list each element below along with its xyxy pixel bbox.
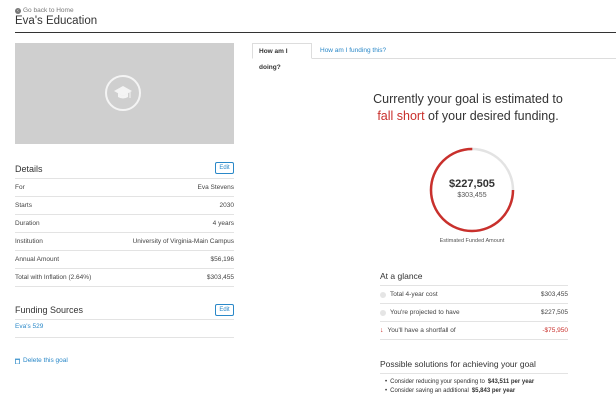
glance-row-shortfall: ↓ You'll have a shortfall of -$75,950 bbox=[380, 322, 568, 339]
back-arrow-icon: ‹ bbox=[15, 7, 21, 14]
tab-bar: How am I doing? How am I funding this? bbox=[252, 43, 616, 71]
edit-funding-button[interactable]: Edit bbox=[215, 304, 234, 316]
title-divider bbox=[15, 32, 616, 33]
glance-value: $227,505 bbox=[540, 309, 568, 316]
tab-how-am-i-doing[interactable]: How am I doing? bbox=[252, 43, 312, 71]
tab-how-am-i-funding[interactable]: How am I funding this? bbox=[314, 43, 392, 59]
trash-icon bbox=[15, 358, 20, 364]
detail-row: Institution University of Virginia-Main C… bbox=[15, 232, 234, 250]
detail-label: For bbox=[15, 184, 25, 191]
solutions-title: Possible solutions for achieving your go… bbox=[380, 359, 536, 369]
detail-value: $56,196 bbox=[210, 256, 235, 263]
solution-emphasis: $5,843 per year bbox=[471, 388, 516, 394]
detail-row: Annual Amount $56,196 bbox=[15, 250, 234, 268]
status-line-2: of your desired funding. bbox=[424, 109, 559, 123]
glance-value: -$75,950 bbox=[542, 327, 568, 334]
glance-label: You'll have a shortfall of bbox=[387, 327, 456, 334]
funded-gauge bbox=[429, 147, 515, 233]
detail-value: Eva Stevens bbox=[197, 184, 235, 191]
at-a-glance-title: At a glance bbox=[380, 271, 423, 281]
detail-row: Total with Inflation (2.64%) $303,455 bbox=[15, 268, 234, 286]
glance-label: Total 4-year cost bbox=[390, 291, 438, 298]
detail-label: Starts bbox=[15, 202, 32, 209]
funding-divider-top bbox=[15, 319, 234, 320]
solutions-list: Consider reducing your spending to $43,5… bbox=[385, 379, 534, 397]
gauge-caption: Estimated Funded Amount bbox=[439, 238, 505, 244]
solution-emphasis: $43,511 per year bbox=[487, 379, 535, 385]
funding-sources-title: Funding Sources bbox=[15, 305, 84, 315]
funding-source-link[interactable]: Eva's 529 bbox=[15, 323, 43, 330]
back-link-label: Go back to Home bbox=[23, 7, 74, 14]
funding-divider-bottom bbox=[15, 337, 234, 338]
glance-value: $303,455 bbox=[540, 291, 568, 298]
detail-row: Starts 2030 bbox=[15, 196, 234, 214]
solution-item: Consider saving an additional $5,843 per… bbox=[385, 388, 534, 397]
detail-label: Total with Inflation (2.64%) bbox=[15, 274, 92, 281]
dot-icon bbox=[380, 309, 386, 316]
detail-value: 4 years bbox=[212, 220, 234, 227]
funded-amount: $227,505 bbox=[449, 178, 495, 190]
down-arrow-icon: ↓ bbox=[380, 327, 384, 334]
edit-details-button[interactable]: Edit bbox=[215, 162, 234, 174]
dot-icon bbox=[380, 291, 386, 298]
solution-text: Consider reducing your spending to bbox=[390, 379, 485, 385]
back-link[interactable]: ‹ Go back to Home bbox=[15, 7, 74, 14]
detail-label: Duration bbox=[15, 220, 40, 227]
details-title: Details bbox=[15, 164, 43, 174]
goal-image bbox=[15, 43, 234, 144]
graduation-cap-icon bbox=[105, 75, 141, 111]
details-divider-bottom bbox=[15, 286, 234, 287]
glance-label: You're projected to have bbox=[390, 309, 460, 316]
detail-label: Annual Amount bbox=[15, 256, 60, 263]
detail-row: For Eva Stevens bbox=[15, 178, 234, 196]
goal-amount: $303,455 bbox=[457, 192, 487, 199]
detail-label: Institution bbox=[15, 238, 43, 245]
glance-divider bbox=[380, 339, 568, 340]
solution-item: Consider reducing your spending to $43,5… bbox=[385, 379, 534, 388]
status-line-1: Currently your goal is estimated to bbox=[373, 92, 563, 106]
glance-row-total-cost: Total 4-year cost $303,455 bbox=[380, 286, 568, 303]
detail-value: University of Virginia-Main Campus bbox=[132, 238, 234, 245]
solution-text: Consider saving an additional bbox=[390, 388, 469, 394]
page-title: Eva's Education bbox=[15, 15, 98, 27]
status-highlight: fall short bbox=[377, 109, 425, 123]
detail-value: 2030 bbox=[219, 202, 234, 209]
glance-row-projected: You're projected to have $227,505 bbox=[380, 304, 568, 321]
detail-value: $303,455 bbox=[206, 274, 234, 281]
detail-row: Duration 4 years bbox=[15, 214, 234, 232]
goal-status-message: Currently your goal is estimated to fall… bbox=[360, 91, 576, 125]
delete-goal-link[interactable]: Delete this goal bbox=[15, 357, 68, 364]
delete-goal-label: Delete this goal bbox=[23, 357, 68, 364]
solutions-divider bbox=[380, 373, 568, 374]
